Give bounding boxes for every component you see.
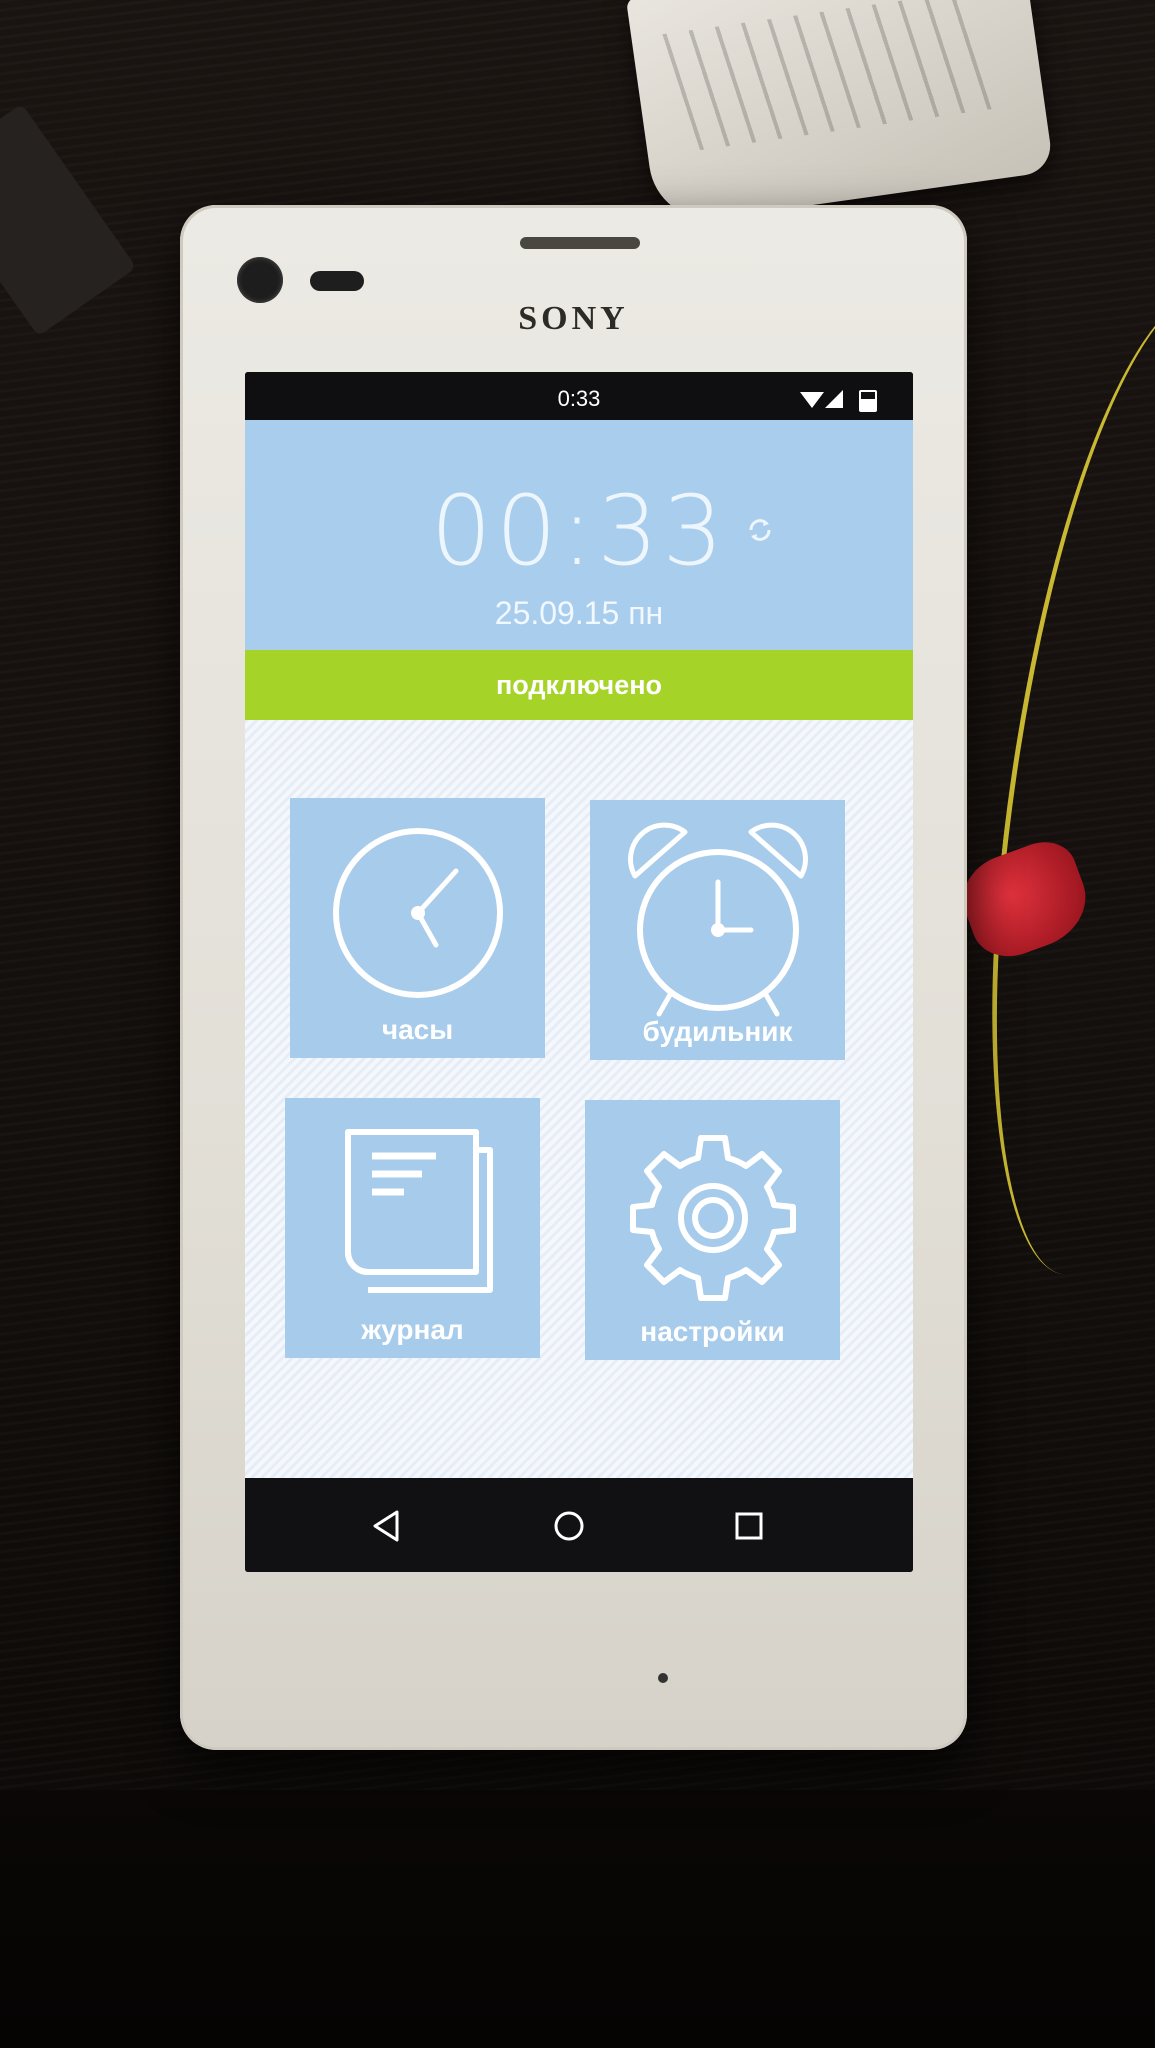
clock-header: 00:33 25.09.15 пн — [245, 420, 913, 650]
home-icon[interactable] — [549, 1506, 589, 1546]
navigation-bar — [245, 1478, 913, 1572]
earpiece — [520, 237, 640, 249]
tile-journal-label: журнал — [361, 1314, 464, 1345]
tile-journal[interactable]: журнал — [285, 1098, 540, 1358]
current-time: 00:33 — [430, 475, 728, 587]
signal-icon — [825, 390, 843, 408]
microphone — [658, 1673, 668, 1683]
current-date: 25.09.15 пн — [494, 595, 664, 631]
proximity-sensor — [310, 271, 364, 291]
battery-icon — [859, 390, 877, 412]
gear-icon — [629, 1135, 796, 1301]
phone-screen: 0:33 00:33 25.09.15 пн подключено часы б… — [245, 372, 913, 1572]
menu-grid: часы будильник журнал настройки — [245, 720, 913, 1478]
connection-banner: подключено — [245, 650, 913, 720]
tile-clock-label: часы — [381, 1014, 454, 1045]
desk-edge — [0, 1790, 1155, 2048]
tile-settings[interactable]: настройки — [585, 1100, 840, 1360]
back-icon[interactable] — [367, 1506, 407, 1546]
tile-alarm-label: будильник — [642, 1016, 793, 1047]
journal-icon — [344, 1129, 493, 1293]
tile-alarm[interactable]: будильник — [590, 800, 845, 1060]
wifi-icon — [800, 392, 824, 408]
brand-logo: SONY — [518, 300, 629, 337]
status-bar: 0:33 — [245, 372, 913, 420]
alarm-clock-icon — [627, 822, 808, 1017]
front-camera — [237, 257, 283, 303]
connection-status: подключено — [495, 670, 663, 700]
tile-settings-label: настройки — [640, 1316, 785, 1347]
tile-clock[interactable]: часы — [290, 798, 545, 1058]
recents-icon[interactable] — [729, 1506, 769, 1546]
clock-icon — [332, 828, 503, 998]
sync-icon[interactable] — [745, 515, 775, 545]
